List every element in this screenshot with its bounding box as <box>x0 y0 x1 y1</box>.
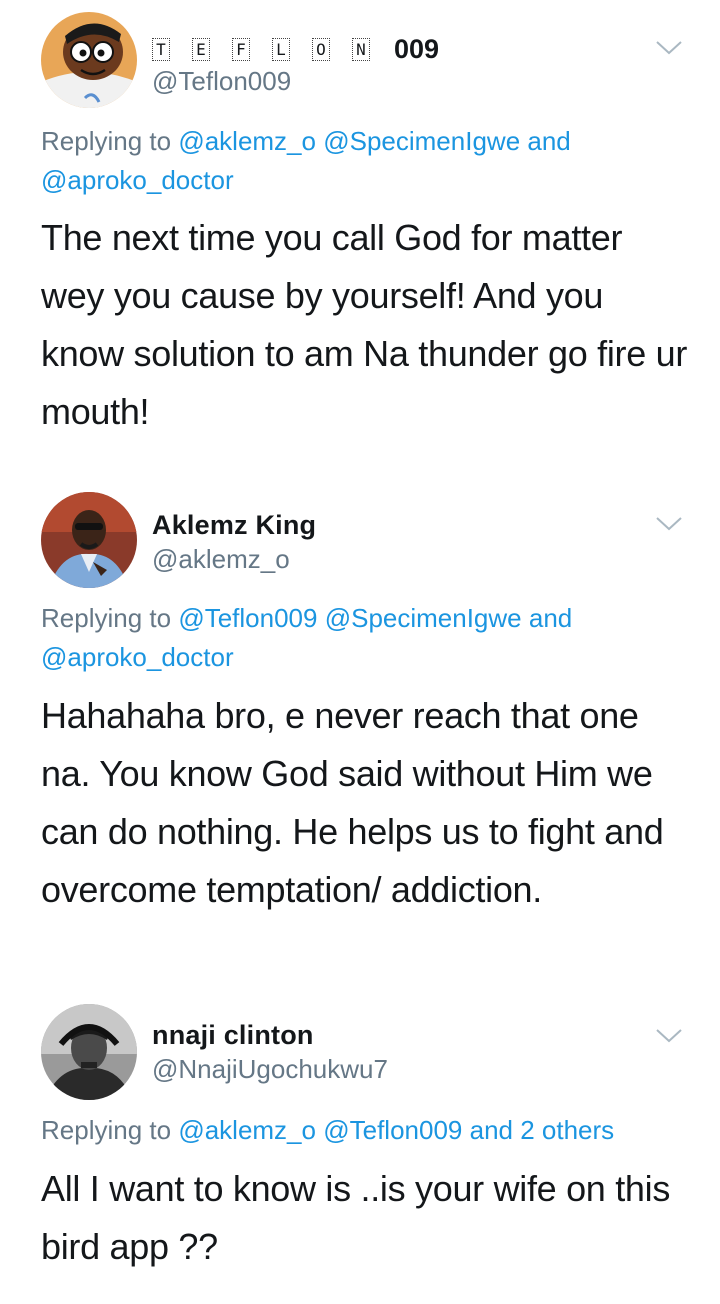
replying-to: Replying to @Teflon009 @SpecimenIgwe and… <box>41 603 573 672</box>
name-letter: O <box>312 38 330 61</box>
mention-link[interactable]: @aproko_doctor <box>41 642 234 672</box>
mention-link[interactable]: and <box>470 1115 513 1145</box>
display-name-suffix: 009 <box>394 34 440 64</box>
chevron-down-icon[interactable] <box>654 514 684 534</box>
mention-link[interactable]: and <box>529 603 572 633</box>
tweet-text: Hahahaha bro, e never reach that one na.… <box>41 695 664 910</box>
name-letter: F <box>232 38 250 61</box>
name-letter: T <box>152 38 170 61</box>
replying-to: Replying to @aklemz_o @SpecimenIgwe and … <box>41 126 571 195</box>
chevron-down-icon[interactable] <box>654 38 684 58</box>
avatar[interactable] <box>41 492 137 588</box>
mention-link[interactable]: and <box>527 126 570 156</box>
mention-link[interactable]: @Teflon009 <box>178 603 317 633</box>
user-handle[interactable]: @NnajiUgochukwu7 <box>152 1054 388 1085</box>
name-letter: N <box>352 38 370 61</box>
user-handle[interactable]: @Teflon009 <box>152 66 291 97</box>
cartoon-avatar-icon <box>41 12 137 108</box>
mention-link[interactable]: 2 others <box>520 1115 614 1145</box>
user-photo-avatar <box>41 1004 137 1100</box>
tweet-text: The next time you call God for matter we… <box>41 217 688 432</box>
user-photo-avatar <box>41 492 137 588</box>
avatar[interactable] <box>41 12 137 108</box>
tweet-3[interactable]: nnaji clinton @NnajiUgochukwu7 Replying … <box>0 992 720 1304</box>
tweet-1[interactable]: T E F L O N 009 @Teflon009 Replying to @… <box>0 0 720 470</box>
display-name[interactable]: nnaji clinton <box>152 1020 314 1051</box>
mention-link[interactable]: @SpecimenIgwe <box>325 603 522 633</box>
avatar[interactable] <box>41 1004 137 1100</box>
replying-to: Replying to @aklemz_o @Teflon009 and 2 o… <box>41 1115 615 1145</box>
tweet-2[interactable]: Aklemz King @aklemz_o Replying to @Teflo… <box>0 480 720 980</box>
tweet-text: All I want to know is ..is your wife on … <box>41 1168 671 1267</box>
chevron-down-icon[interactable] <box>654 1026 684 1046</box>
mention-link[interactable]: @aproko_doctor <box>41 165 234 195</box>
name-letter: L <box>272 38 290 61</box>
mention-link[interactable]: @Teflon009 <box>323 1115 462 1145</box>
mention-link[interactable]: @SpecimenIgwe <box>323 126 520 156</box>
name-letter: E <box>192 38 210 61</box>
mention-link[interactable]: @aklemz_o <box>178 1115 316 1145</box>
display-name[interactable]: T E F L O N 009 <box>152 34 439 65</box>
display-name[interactable]: Aklemz King <box>152 510 316 541</box>
mention-link[interactable]: @aklemz_o <box>178 126 316 156</box>
user-handle[interactable]: @aklemz_o <box>152 544 290 575</box>
